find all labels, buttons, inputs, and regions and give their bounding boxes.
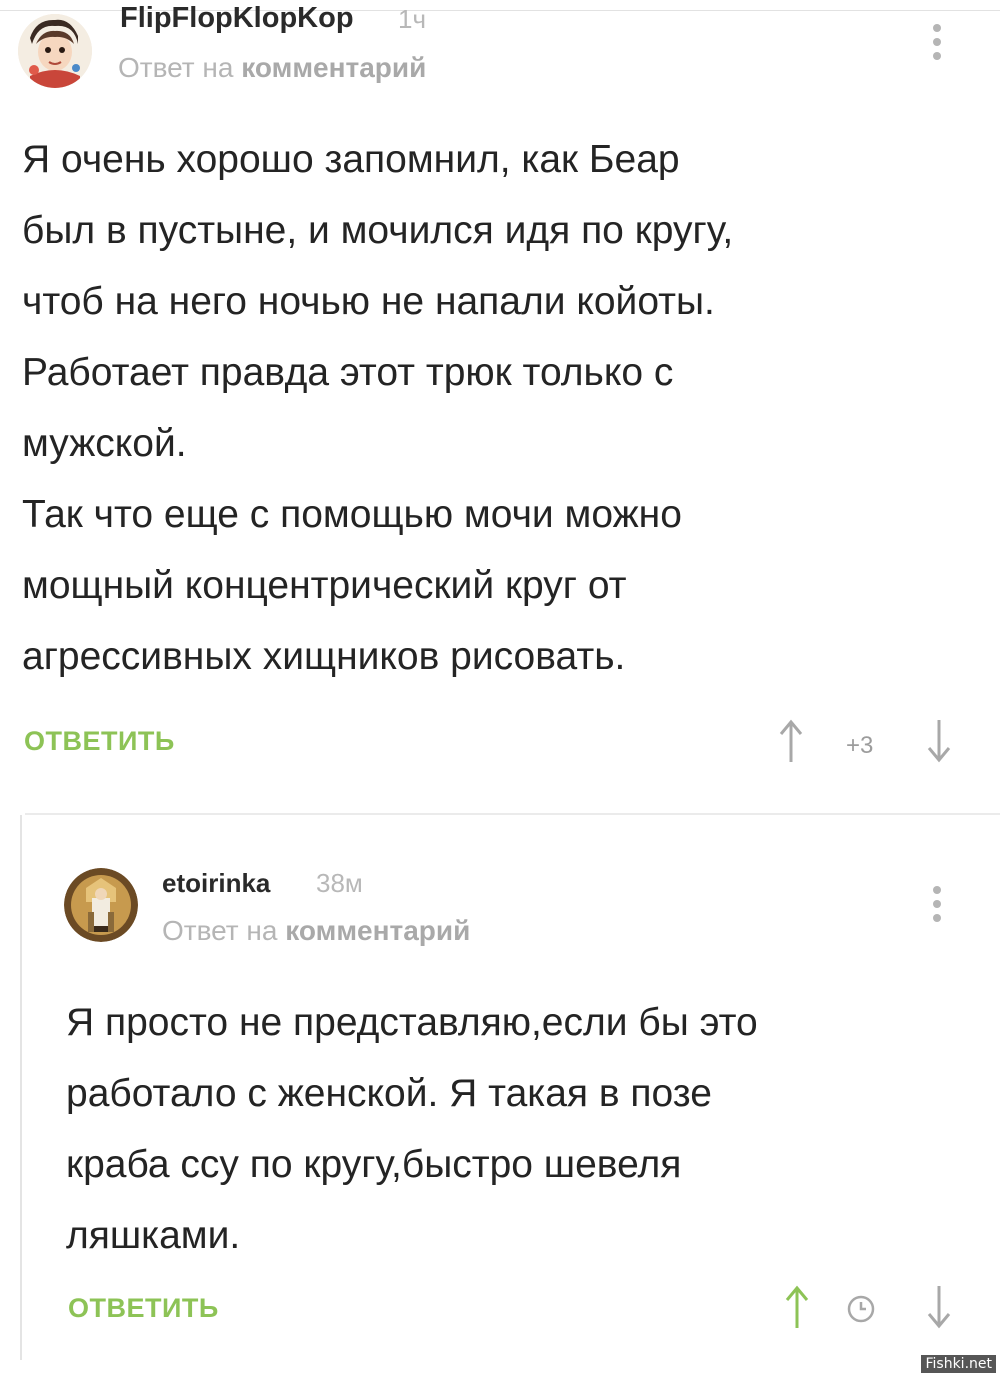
avatar[interactable] bbox=[64, 868, 138, 942]
reply-button[interactable]: ОТВЕТИТЬ bbox=[68, 1293, 219, 1324]
watermark: Fishki.net bbox=[921, 1355, 996, 1373]
username[interactable]: etoirinka bbox=[162, 868, 270, 899]
arrow-up-icon[interactable] bbox=[784, 1284, 810, 1330]
clock-icon bbox=[847, 1295, 875, 1323]
reply-to-prefix: Ответ на bbox=[162, 915, 278, 946]
arrow-down-icon[interactable] bbox=[926, 1284, 952, 1330]
more-vertical-icon[interactable] bbox=[930, 886, 944, 928]
reply-to-label[interactable]: Ответ на комментарий bbox=[162, 915, 470, 947]
comment-body: Я просто не представляю,если бы это рабо… bbox=[66, 987, 758, 1271]
comment-2: etoirinka 38м Ответ на комментарий Я про… bbox=[0, 0, 1000, 1377]
reply-to-target[interactable]: комментарий bbox=[285, 915, 470, 946]
comment-line: краба ссу по кругу,быстро шевеля bbox=[66, 1143, 682, 1186]
comment-time: 38м bbox=[316, 868, 363, 898]
comment-line: работало с женской. Я такая в позе bbox=[66, 1072, 712, 1115]
comment-line: Я просто не представляю,если бы это bbox=[66, 1001, 758, 1044]
comment-line: ляшками. bbox=[66, 1214, 241, 1257]
